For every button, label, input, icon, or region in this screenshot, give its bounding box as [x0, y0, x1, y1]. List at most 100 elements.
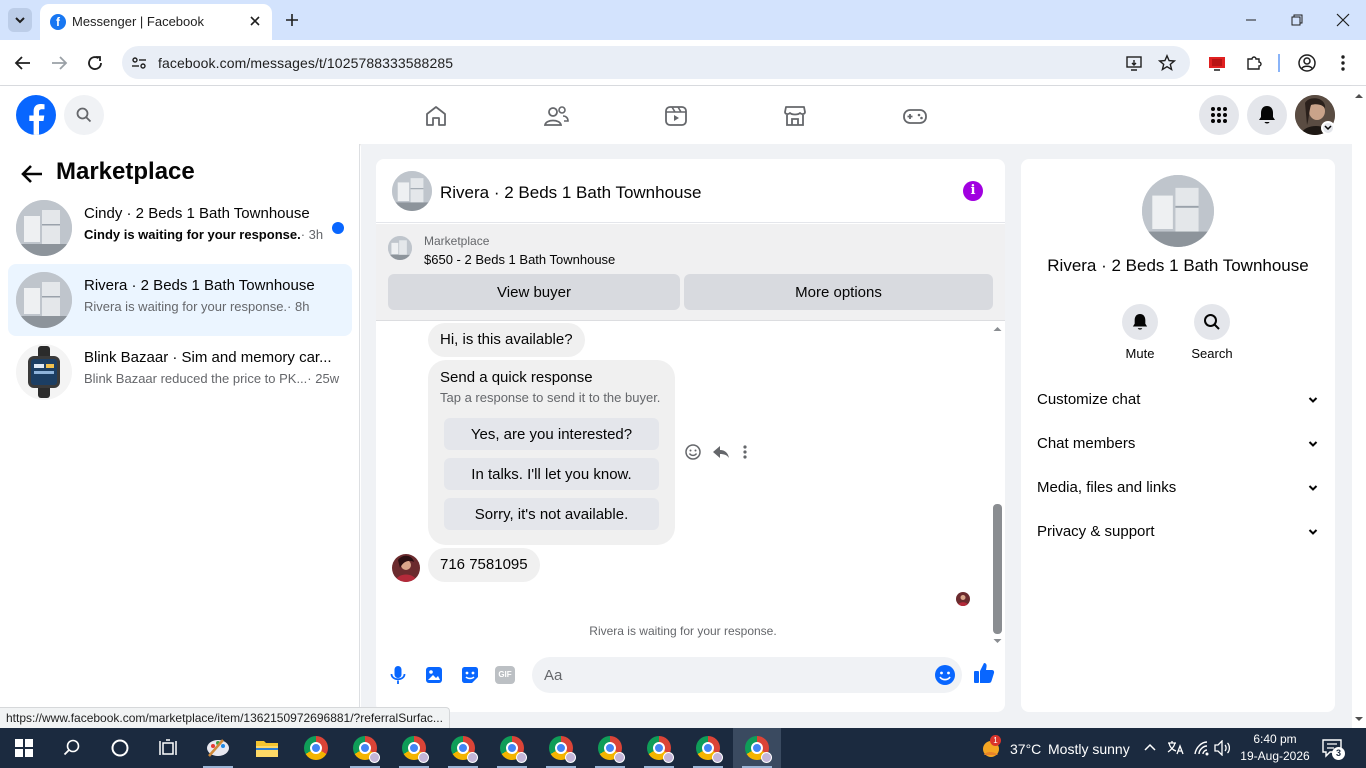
back-button[interactable]: [11, 51, 35, 75]
notification-count: 3: [1332, 747, 1345, 760]
media-files-links-section[interactable]: Media, files and links: [1029, 468, 1327, 508]
quick-response-title: Send a quick response: [440, 369, 593, 386]
conversation-info-icon[interactable]: i: [963, 181, 983, 201]
task-view-button[interactable]: [144, 728, 192, 768]
bookmark-star-icon[interactable]: [1158, 54, 1176, 72]
conversation-item-blink-bazaar[interactable]: Blink Bazaar · Sim and memory car... Bli…: [8, 336, 352, 408]
voice-clip-icon[interactable]: [387, 664, 409, 686]
start-button[interactable]: [0, 728, 48, 768]
chat-scroll-thumb[interactable]: [993, 504, 1002, 634]
taskbar-app-paint[interactable]: [194, 728, 242, 768]
taskbar-app-chrome[interactable]: [292, 728, 340, 768]
gaming-nav-icon[interactable]: [899, 100, 931, 132]
language-ime-icon[interactable]: [1166, 740, 1184, 756]
quick-response-option[interactable]: Sorry, it's not available.: [444, 498, 659, 530]
extension-flag-icon[interactable]: [1205, 51, 1229, 75]
search-icon: [1194, 304, 1230, 340]
cortana-button[interactable]: [96, 728, 144, 768]
conversation-name: Rivera · 2 Beds 1 Bath Townhouse: [1047, 256, 1309, 275]
reload-button[interactable]: [83, 51, 107, 75]
minimize-window-button[interactable]: [1228, 0, 1274, 40]
waiting-notice: Rivera is waiting for your response.: [589, 624, 777, 638]
react-emoji-icon[interactable]: [684, 443, 702, 461]
task-view-icon: [159, 739, 177, 755]
chat-title[interactable]: Rivera · 2 Beds 1 Bath Townhouse: [440, 183, 701, 203]
reply-icon[interactable]: [712, 443, 730, 461]
chat-scrollbar[interactable]: [990, 321, 1005, 651]
mute-button[interactable]: Mute: [1110, 304, 1170, 361]
message-composer: GIF: [376, 651, 1005, 712]
more-options-button[interactable]: More options: [684, 274, 993, 310]
chat-thumbnail[interactable]: [392, 171, 432, 211]
new-tab-button[interactable]: [282, 10, 302, 30]
close-window-button[interactable]: [1320, 0, 1366, 40]
taskbar-app-chrome-profile[interactable]: [341, 728, 389, 768]
back-arrow-icon[interactable]: [18, 160, 46, 188]
thumbs-up-icon[interactable]: [972, 661, 995, 683]
install-app-icon[interactable]: [1125, 54, 1143, 72]
extensions-puzzle-icon[interactable]: [1242, 51, 1266, 75]
browser-menu-icon[interactable]: [1331, 51, 1355, 75]
more-actions-icon[interactable]: [742, 443, 748, 461]
sender-avatar[interactable]: [392, 554, 420, 582]
chat-members-section[interactable]: Chat members: [1029, 424, 1327, 464]
bell-icon: [1259, 106, 1275, 124]
chrome-profile-icon: [353, 736, 380, 763]
account-chevron-down-icon[interactable]: [1321, 121, 1335, 135]
taskbar-app-chrome-profile[interactable]: [586, 728, 634, 768]
watch-nav-icon[interactable]: [660, 100, 692, 132]
marketplace-nav-icon[interactable]: [779, 100, 811, 132]
address-bar[interactable]: facebook.com/messages/t/1025788333588285: [122, 46, 1190, 79]
chevron-down-icon: [1308, 529, 1318, 535]
action-center-button[interactable]: 3: [1322, 738, 1345, 760]
forward-button[interactable]: [47, 51, 71, 75]
search-label: Search: [1191, 346, 1233, 361]
quick-response-option[interactable]: In talks. I'll let you know.: [444, 458, 659, 490]
taskbar-search-button[interactable]: [48, 728, 96, 768]
view-buyer-button[interactable]: View buyer: [388, 274, 680, 310]
facebook-logo-icon[interactable]: [16, 95, 56, 135]
message-input[interactable]: [532, 657, 912, 693]
taskbar-app-chrome-profile[interactable]: [684, 728, 732, 768]
browser-tab[interactable]: f Messenger | Facebook: [40, 4, 272, 40]
taskbar-app-chrome-profile[interactable]: [488, 728, 536, 768]
wifi-icon[interactable]: [1192, 740, 1210, 756]
customize-chat-section[interactable]: Customize chat: [1029, 380, 1327, 420]
attach-photo-icon[interactable]: [423, 664, 445, 686]
taskbar-app-file-explorer[interactable]: [243, 728, 291, 768]
listing-title[interactable]: $650 - 2 Beds 1 Bath Townhouse: [424, 252, 615, 267]
emoji-picker-icon[interactable]: [934, 664, 956, 686]
notifications-button[interactable]: [1247, 95, 1287, 135]
conversation-item-cindy[interactable]: Cindy · 2 Beds 1 Bath Townhouse Cindy is…: [8, 192, 352, 264]
taskbar-app-chrome-profile[interactable]: [537, 728, 585, 768]
weather-description[interactable]: Mostly sunny: [1048, 741, 1130, 757]
privacy-support-section[interactable]: Privacy & support: [1029, 512, 1327, 552]
tab-close-icon[interactable]: [248, 14, 262, 28]
tray-chevron-up-icon[interactable]: [1143, 741, 1157, 755]
facebook-search-button[interactable]: [64, 95, 104, 135]
plus-icon: [286, 14, 298, 26]
taskbar-app-chrome-profile[interactable]: [439, 728, 487, 768]
search-in-conversation-button[interactable]: Search: [1182, 304, 1242, 361]
site-info-icon[interactable]: [130, 54, 148, 72]
page-scrollbar[interactable]: [1352, 86, 1366, 728]
friends-nav-icon[interactable]: [540, 100, 572, 132]
home-nav-icon[interactable]: [420, 100, 452, 132]
weather-sun-icon[interactable]: 1: [980, 735, 1002, 759]
tab-search-dropdown-button[interactable]: [8, 8, 32, 32]
profile-icon[interactable]: [1295, 51, 1319, 75]
chrome-profile-icon: [549, 736, 576, 763]
browser-toolbar: facebook.com/messages/t/1025788333588285: [0, 40, 1366, 86]
taskbar-app-chrome-profile[interactable]: [390, 728, 438, 768]
quick-response-option[interactable]: Yes, are you interested?: [444, 418, 659, 450]
taskbar-app-chrome-profile-active[interactable]: [733, 728, 781, 768]
weather-temperature[interactable]: 37°C: [1010, 741, 1041, 757]
taskbar-app-chrome-profile[interactable]: [635, 728, 683, 768]
folder-icon: [256, 741, 278, 757]
conversation-item-rivera[interactable]: Rivera · 2 Beds 1 Bath Townhouse Rivera …: [8, 264, 352, 336]
system-clock[interactable]: 6:40 pm 19-Aug-2026: [1230, 731, 1320, 765]
sticker-icon[interactable]: [459, 664, 481, 686]
restore-window-button[interactable]: [1274, 0, 1320, 40]
gif-icon[interactable]: GIF: [495, 664, 517, 686]
menu-grid-button[interactable]: [1199, 95, 1239, 135]
